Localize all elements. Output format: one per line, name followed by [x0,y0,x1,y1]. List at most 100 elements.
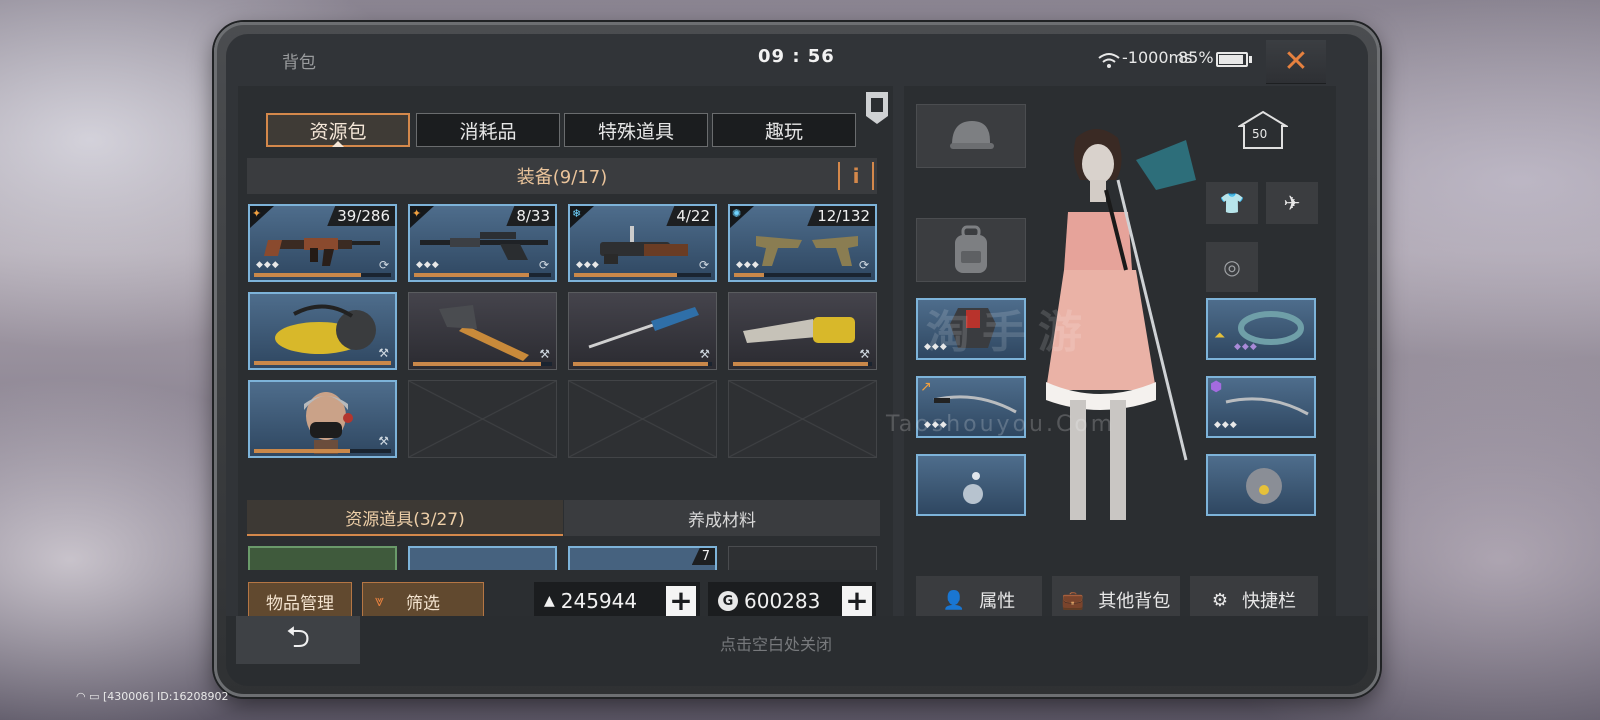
grenade-launcher-icon [600,226,688,264]
close-button[interactable]: ✕ [1266,40,1326,84]
slot-screwdriver[interactable]: ⚒ [568,292,717,370]
slot-grenade-launcher[interactable]: ❄ 4/22 ◆◆◆ ⟳ [568,204,717,282]
rarity-arrow-icon: ↗ [920,379,932,395]
durability-bar [254,449,391,453]
item-count: 7 [691,548,715,565]
tab-fun[interactable]: 趣玩 [712,113,856,147]
battery-tip [1249,56,1252,63]
tab-resource-items[interactable]: 资源道具(3/27) [247,500,563,536]
drone-icon: ✈ [1283,191,1301,215]
upgrade-dots: ◆◆◆ [256,260,280,270]
back-arrow-icon: ⮌ [285,619,311,655]
battery-fill [1219,55,1243,64]
empty-slot [728,380,877,458]
player-id: [430006] ID:16208902 [102,690,229,703]
battery-icon [1216,52,1248,67]
ring-icon: ◎ [1223,255,1241,279]
mech-icon [1246,468,1282,504]
fire-rarity-icon: ✦ [252,207,262,220]
plus-icon: + [845,584,869,617]
accessory-slot[interactable]: ⏶ ◆◆◆ [1206,298,1316,360]
watermark-en: Taoshouyou.Com [886,412,1116,437]
tab-resource-pack[interactable]: 资源包 [266,113,410,147]
resource-item-slot[interactable] [408,546,557,570]
bottom-status-bar: ◠ ▭ [430006] ID:16208902 [76,690,228,703]
helmet-slot[interactable] [916,104,1026,168]
slot-dual-pistols[interactable]: ✺ 12/132 ◆◆◆ ⟳ [728,204,877,282]
gold-currency: ▲ 245944 + [534,582,700,620]
repair-icon: ⚒ [859,347,870,361]
pet-icon [963,472,983,504]
tab-consumables[interactable]: 消耗品 [416,113,560,147]
plus-icon: + [669,584,693,617]
ring-slot[interactable]: ◎ [1206,242,1258,292]
grid-gear-icon: ⚙ [1211,589,1229,611]
upgrade-dots: ◆◆◆ [1214,420,1238,430]
clock: 09 : 56 [758,46,835,67]
repair-icon: ⚒ [539,347,550,361]
ammo-count: 4/22 [666,206,715,226]
repair-icon: ⚒ [378,346,389,360]
yellow-saw-icon [275,304,376,354]
coin-amount: 600283 [744,589,821,613]
screwdriver-icon [588,307,699,349]
config-icon: ⟳ [858,258,869,272]
drone-button[interactable]: ✈ [1266,182,1318,224]
durability-bar [414,273,551,277]
pet-slot[interactable] [916,454,1026,516]
ammo-count: 39/286 [327,206,395,226]
back-button[interactable]: ⮌ [236,616,360,664]
battery-percent: 85% [1178,48,1214,67]
add-coin-button[interactable]: + [842,586,872,616]
fire-rarity-icon: ✦ [412,207,422,220]
gold-bar-icon: ▲ [544,593,555,609]
durability-bar [254,273,391,277]
hotbar-label: 快捷栏 [1242,591,1297,612]
filter-icon: ⩔ [375,591,385,610]
attributes-label: 属性 [979,591,1016,612]
info-button[interactable]: i [838,162,874,190]
frost-rarity-icon: ✺ [732,207,742,220]
config-icon: ⟳ [378,258,389,272]
watermark-cn: 淘手游 [926,307,1094,358]
repair-icon: ⚒ [378,434,389,448]
empty-slot [408,380,557,458]
filter-button[interactable]: ⩔ 筛选 [362,582,484,620]
tab-special-items[interactable]: 特殊道具 [564,113,708,147]
tab-materials[interactable]: 养成材料 [564,500,880,536]
resource-item-slot[interactable] [728,546,877,570]
slot-mask-helmet[interactable]: ⚒ [248,380,397,458]
durability-bar [573,362,712,366]
mech-slot[interactable] [1206,454,1316,516]
tap-to-close-hint: 点击空白处关闭 [720,635,833,654]
backpack-icon [955,225,987,273]
ammo-count: 8/33 [506,206,555,226]
person-icon: 👤 [942,589,966,611]
slot-assault-rifle[interactable]: ✦ 39/286 ◆◆◆ ⟳ [248,204,397,282]
weapon-slot-2[interactable]: ⬢ ◆◆◆ [1206,376,1316,438]
resource-item-slot[interactable]: 7 [568,546,717,570]
resource-item-slot[interactable] [248,546,397,570]
backpack-slot[interactable] [916,218,1026,282]
gold-amount: 245944 [560,589,638,613]
bag-icon: 💼 [1061,589,1085,611]
upgrade-dots: ◆◆◆ [576,260,600,270]
level-badge: 50 [1236,110,1290,150]
hammer-icon [439,305,529,361]
slot-sniper-rifle[interactable]: ✦ 8/33 ◆◆◆ ⟳ [408,204,557,282]
game-screen: 背包 09 : 56 -1000ms 85% ✕ 资源包 消耗品 特殊道具 趣玩… [226,34,1368,686]
snowflake-icon: ❄ [572,207,582,220]
outfit-button[interactable]: 👕 [1206,182,1258,224]
add-gold-button[interactable]: + [666,586,696,616]
slot-hammer[interactable]: ⚒ [408,292,557,370]
config-icon: ⟳ [698,258,709,272]
sword-icon [1225,397,1309,416]
config-icon: ⟳ [538,258,549,272]
rank-chevron-icon: ⏶ [1214,328,1226,344]
shirt-icon: 👕 [1219,191,1245,215]
slot-yellow-tool[interactable]: ⚒ [248,292,397,370]
durability-bar [574,273,711,277]
chainsaw-icon [743,317,855,343]
slot-chainsaw[interactable]: ⚒ [728,292,877,370]
wifi-icon [1098,53,1120,68]
